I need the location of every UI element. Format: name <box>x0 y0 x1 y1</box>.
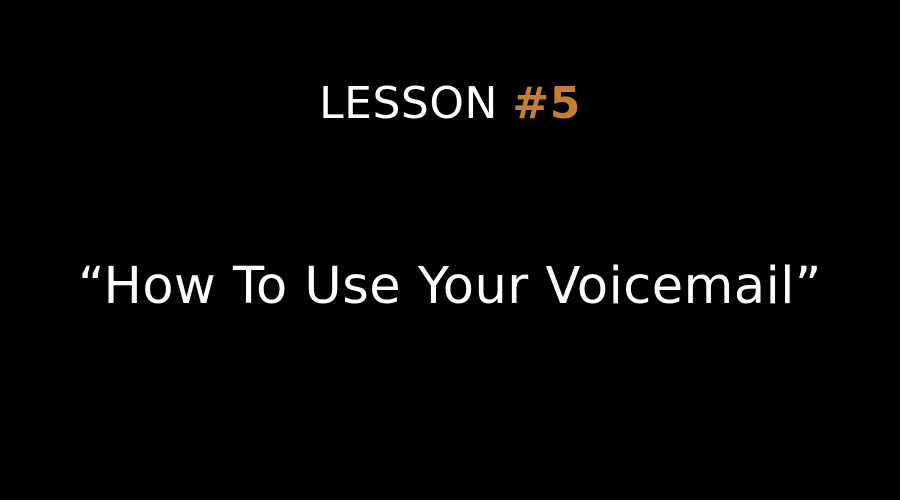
lesson-number: #5 <box>512 78 581 129</box>
lesson-title: “How To Use Your Voicemail” <box>78 257 822 316</box>
slide: LESSON #5 “How To Use Your Voicemail” <box>0 0 900 500</box>
lesson-label: LESSON <box>319 78 498 129</box>
lesson-heading: LESSON #5 <box>0 76 900 132</box>
